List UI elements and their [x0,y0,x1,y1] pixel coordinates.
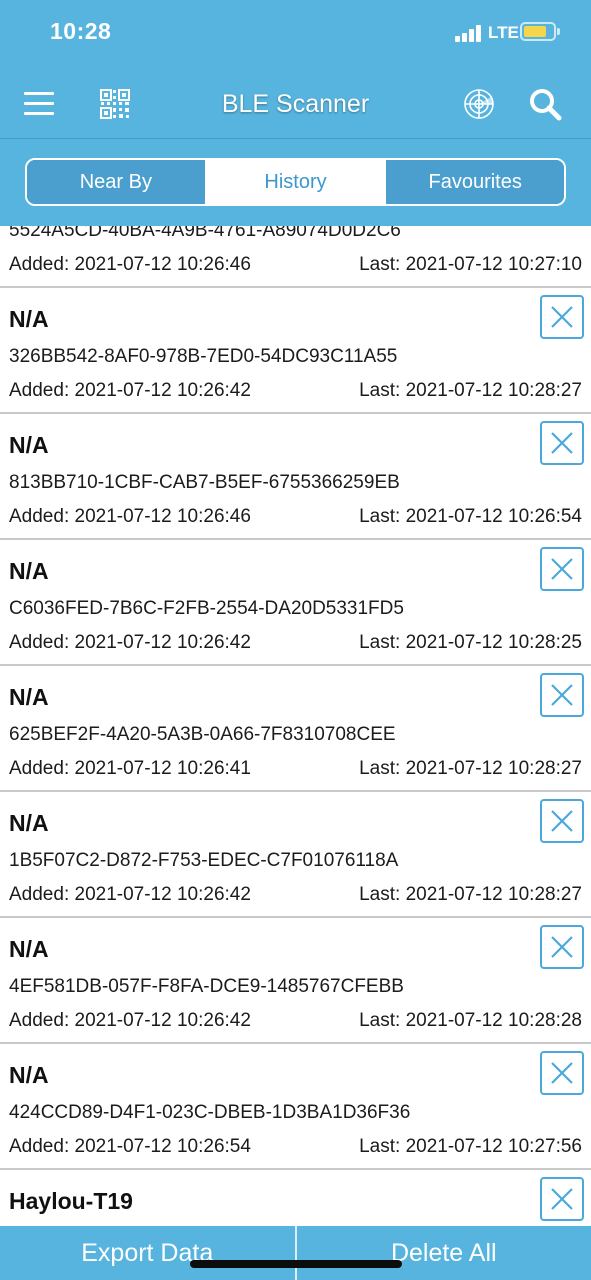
last-seen-time: Last: 2021-07-12 10:28:27 [359,380,582,401]
delete-all-button[interactable]: Delete All [297,1226,591,1280]
header-divider [0,138,591,139]
list-item[interactable]: N/A 813BB710-1CBF-CAB7-B5EF-6755366259EB… [0,414,591,540]
tab-history[interactable]: History [204,160,385,204]
list-item[interactable]: N/A 1B5F07C2-D872-F753-EDEC-C7F01076118A… [0,792,591,918]
remove-device-button[interactable] [540,799,584,843]
tab-favourites[interactable]: Favourites [384,160,564,204]
status-bar: 10:28 LTE [0,0,591,70]
close-icon [551,684,573,706]
home-indicator[interactable] [190,1260,402,1268]
last-seen-time: Last: 2021-07-12 10:28:27 [359,758,582,779]
close-icon [551,1062,573,1084]
app-title: BLE Scanner [221,90,370,118]
export-data-button[interactable]: Export Data [0,1226,295,1280]
bottom-action-bar: Export Data Delete All [0,1226,591,1280]
list-item[interactable]: Haylou-T19 [0,1170,591,1226]
list-item[interactable]: N/A 4EF581DB-057F-F8FA-DCE9-1485767CFEBB… [0,918,591,1044]
remove-device-button[interactable] [540,925,584,969]
list-item[interactable]: 5524A5CD-40BA-4A9B-4761-A89074D0D2C6 Add… [0,226,591,288]
added-time: Added: 2021-07-12 10:26:42 [9,380,251,401]
added-time: Added: 2021-07-12 10:26:42 [9,1010,251,1031]
added-time: Added: 2021-07-12 10:26:46 [9,254,251,275]
last-seen-time: Last: 2021-07-12 10:27:56 [359,1136,582,1157]
close-icon [551,558,573,580]
battery-cap [557,28,560,35]
added-time: Added: 2021-07-12 10:26:41 [9,758,251,779]
remove-device-button[interactable] [540,1051,584,1095]
radar-icon[interactable] [463,88,495,120]
battery-icon [520,22,556,41]
device-uuid: 813BB710-1CBF-CAB7-B5EF-6755366259EB [9,472,400,493]
list-item[interactable]: N/A 625BEF2F-4A20-5A3B-0A66-7F8310708CEE… [0,666,591,792]
status-time: 10:28 [50,18,112,44]
network-type: LTE [488,23,519,42]
remove-device-button[interactable] [540,295,584,339]
list-item[interactable]: N/A C6036FED-7B6C-F2FB-2554-DA20D5331FD5… [0,540,591,666]
history-list: 5524A5CD-40BA-4A9B-4761-A89074D0D2C6 Add… [0,226,591,1226]
close-icon [551,306,573,328]
device-uuid: 424CCD89-D4F1-023C-DBEB-1D3BA1D36F36 [9,1102,411,1123]
device-uuid: 625BEF2F-4A20-5A3B-0A66-7F8310708CEE [9,724,396,745]
remove-device-button[interactable] [540,673,584,717]
last-seen-time: Last: 2021-07-12 10:27:10 [359,254,582,275]
list-item[interactable]: N/A 424CCD89-D4F1-023C-DBEB-1D3BA1D36F36… [0,1044,591,1170]
device-name: N/A [9,558,49,584]
device-name: N/A [9,936,49,962]
added-time: Added: 2021-07-12 10:26:42 [9,884,251,905]
close-icon [551,432,573,454]
device-name: N/A [9,810,49,836]
device-name: N/A [9,432,49,458]
search-icon[interactable] [528,87,562,121]
signal-icon [455,24,483,42]
device-name: N/A [9,306,49,332]
device-uuid: 4EF581DB-057F-F8FA-DCE9-1485767CFEBB [9,976,404,997]
device-uuid: 5524A5CD-40BA-4A9B-4761-A89074D0D2C6 [9,226,401,241]
tab-near-by[interactable]: Near By [27,160,205,204]
last-seen-time: Last: 2021-07-12 10:28:27 [359,884,582,905]
toolbar: BLE Scanner [0,70,591,138]
app-header: 10:28 LTE BLE Scanner Near By History Fa… [0,0,591,226]
remove-device-button[interactable] [540,1177,584,1221]
last-seen-time: Last: 2021-07-12 10:26:54 [359,506,582,527]
device-uuid: 326BB542-8AF0-978B-7ED0-54DC93C11A55 [9,346,398,367]
remove-device-button[interactable] [540,547,584,591]
list-item[interactable]: N/A 326BB542-8AF0-978B-7ED0-54DC93C11A55… [0,288,591,414]
device-name: N/A [9,1062,49,1088]
added-time: Added: 2021-07-12 10:26:42 [9,632,251,653]
close-icon [551,810,573,832]
device-name: Haylou-T19 [9,1188,133,1214]
device-name: N/A [9,684,49,710]
device-uuid: C6036FED-7B6C-F2FB-2554-DA20D5331FD5 [9,598,404,619]
added-time: Added: 2021-07-12 10:26:46 [9,506,251,527]
tab-bar: Near By History Favourites [25,158,566,206]
device-uuid: 1B5F07C2-D872-F753-EDEC-C7F01076118A [9,850,399,871]
last-seen-time: Last: 2021-07-12 10:28:28 [359,1010,582,1031]
added-time: Added: 2021-07-12 10:26:54 [9,1136,251,1157]
remove-device-button[interactable] [540,421,584,465]
close-icon [551,936,573,958]
last-seen-time: Last: 2021-07-12 10:28:25 [359,632,582,653]
close-icon [551,1188,573,1210]
